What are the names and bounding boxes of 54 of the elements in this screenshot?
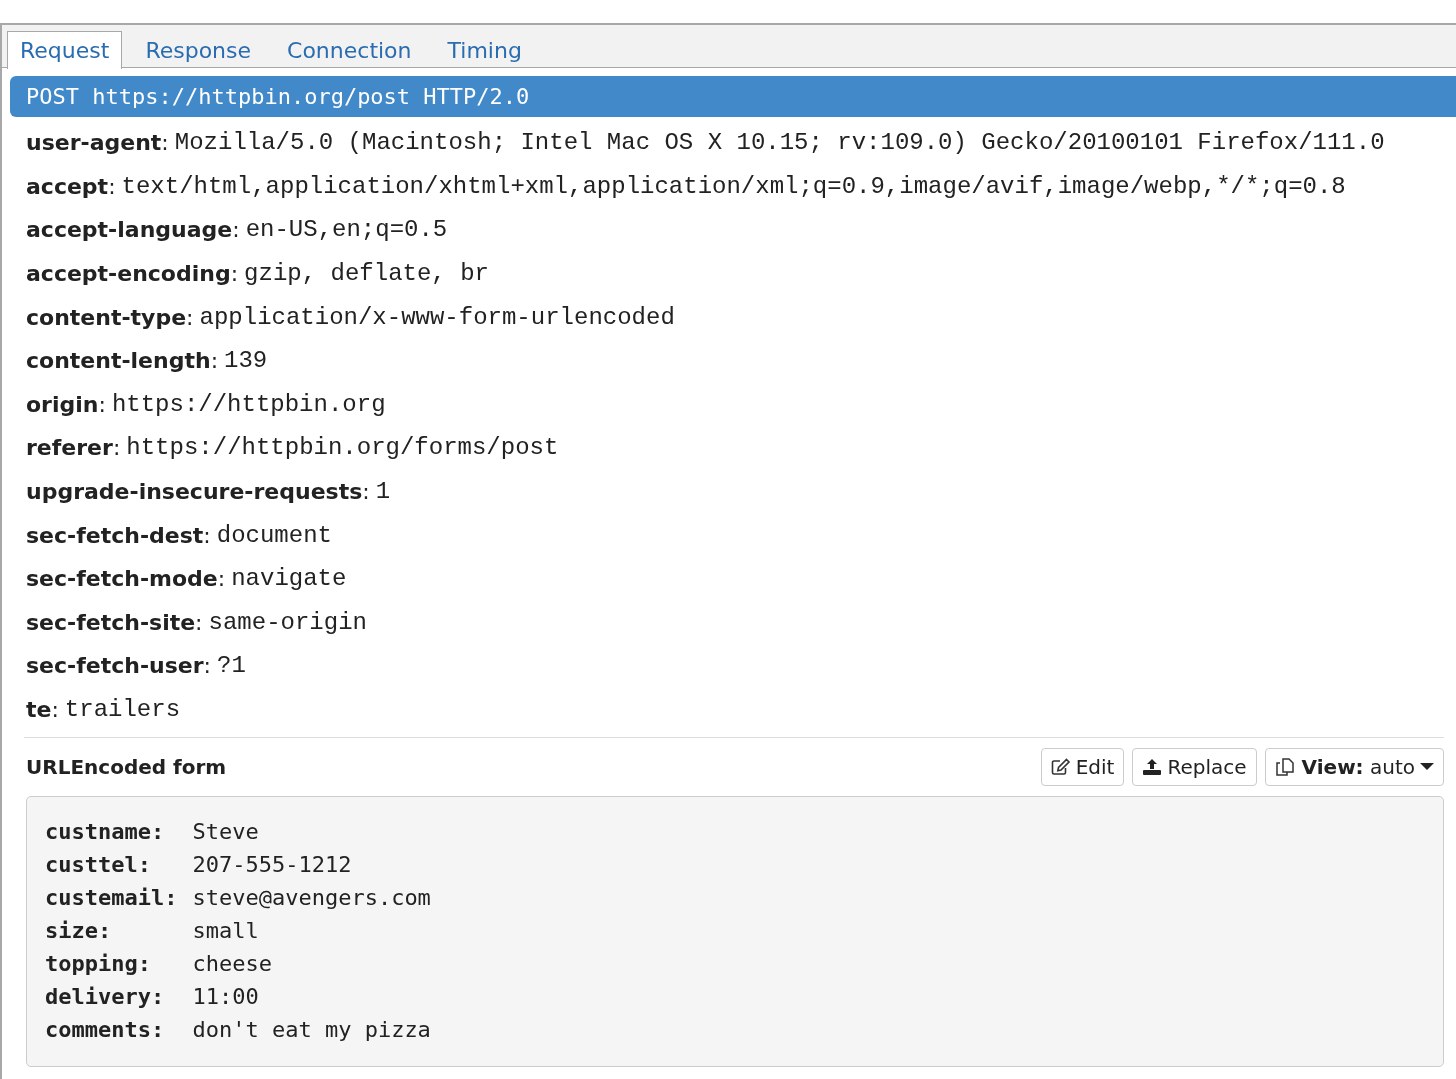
- form-value: steve@avengers.com: [192, 884, 432, 913]
- header-name: accept-encoding:: [26, 261, 239, 287]
- header-value: trailers: [64, 696, 181, 723]
- header-value: https://httpbin.org/forms/post: [126, 434, 559, 462]
- header-name: accept:: [26, 173, 116, 199]
- header-name: sec-fetch-mode:: [26, 566, 226, 592]
- form-key: delivery:: [45, 980, 178, 1014]
- form-value: small: [192, 917, 260, 946]
- form-value: 11:00: [192, 983, 260, 1012]
- form-value: cheese: [192, 950, 273, 979]
- section-title: URLEncoded form: [26, 755, 227, 780]
- header-value: 139: [224, 347, 268, 375]
- header-value: en-US,en;q=0.5: [245, 216, 448, 244]
- tab[interactable]: Timing: [434, 30, 535, 69]
- form-key: custtel:: [45, 848, 178, 882]
- form-key: comments:: [45, 1013, 178, 1047]
- tab[interactable]: Connection: [274, 30, 425, 69]
- header-name: referer:: [26, 435, 121, 461]
- pencil-square-icon: [1050, 758, 1071, 777]
- edit-button[interactable]: Edit: [1040, 748, 1125, 787]
- form-key: custname:: [45, 815, 178, 849]
- header-name: sec-fetch-dest:: [26, 522, 211, 548]
- header-value: application/x-www-form-urlencoded: [199, 303, 675, 331]
- view-mode-dropdown[interactable]: View: auto: [1264, 748, 1444, 787]
- form-value: Steve: [192, 818, 260, 847]
- caret-icon: [1420, 763, 1434, 772]
- form-key: size:: [45, 914, 178, 948]
- header-value: navigate: [231, 565, 347, 593]
- header-value: Mozilla/5.0 (Macintosh; Intel Mac OS X 10.15; rv:109.0) Gecko/20100101 Firefox/111.0: [174, 129, 1385, 157]
- header-value: ?1: [217, 652, 246, 680]
- copy-icon: [1274, 757, 1297, 778]
- header-value: https://httpbin.org: [111, 390, 386, 418]
- header-name: upgrade-insecure-requests:: [26, 479, 370, 505]
- header-name: user-agent:: [26, 130, 169, 156]
- header-name: content-length:: [26, 348, 219, 374]
- tab[interactable]: Request: [7, 30, 123, 69]
- header-name: accept-language:: [26, 217, 240, 243]
- header-value: gzip, deflate, br: [244, 260, 489, 288]
- header-value: same-origin: [208, 608, 367, 636]
- replace-button[interactable]: Replace: [1132, 748, 1257, 787]
- header-name: content-type:: [26, 304, 194, 330]
- header-value: 1: [375, 478, 391, 506]
- form-value: don't eat my pizza: [192, 1016, 432, 1045]
- upload-icon: [1142, 758, 1163, 777]
- header-name: te:: [26, 697, 59, 722]
- form-value: 207-555-1212: [192, 851, 353, 880]
- header-value: text/html,application/xhtml+xml,application/xml;q=0.9,image/avif,image/webp,*/*;q=0.8: [121, 172, 1346, 200]
- header-name: sec-fetch-user:: [26, 653, 211, 679]
- form-key: custemail:: [45, 881, 178, 915]
- header-name: origin:: [26, 391, 106, 417]
- header-name: sec-fetch-site:: [26, 609, 203, 635]
- form-key: topping:: [45, 947, 178, 981]
- header-value: document: [216, 521, 332, 549]
- tab[interactable]: Response: [132, 30, 265, 69]
